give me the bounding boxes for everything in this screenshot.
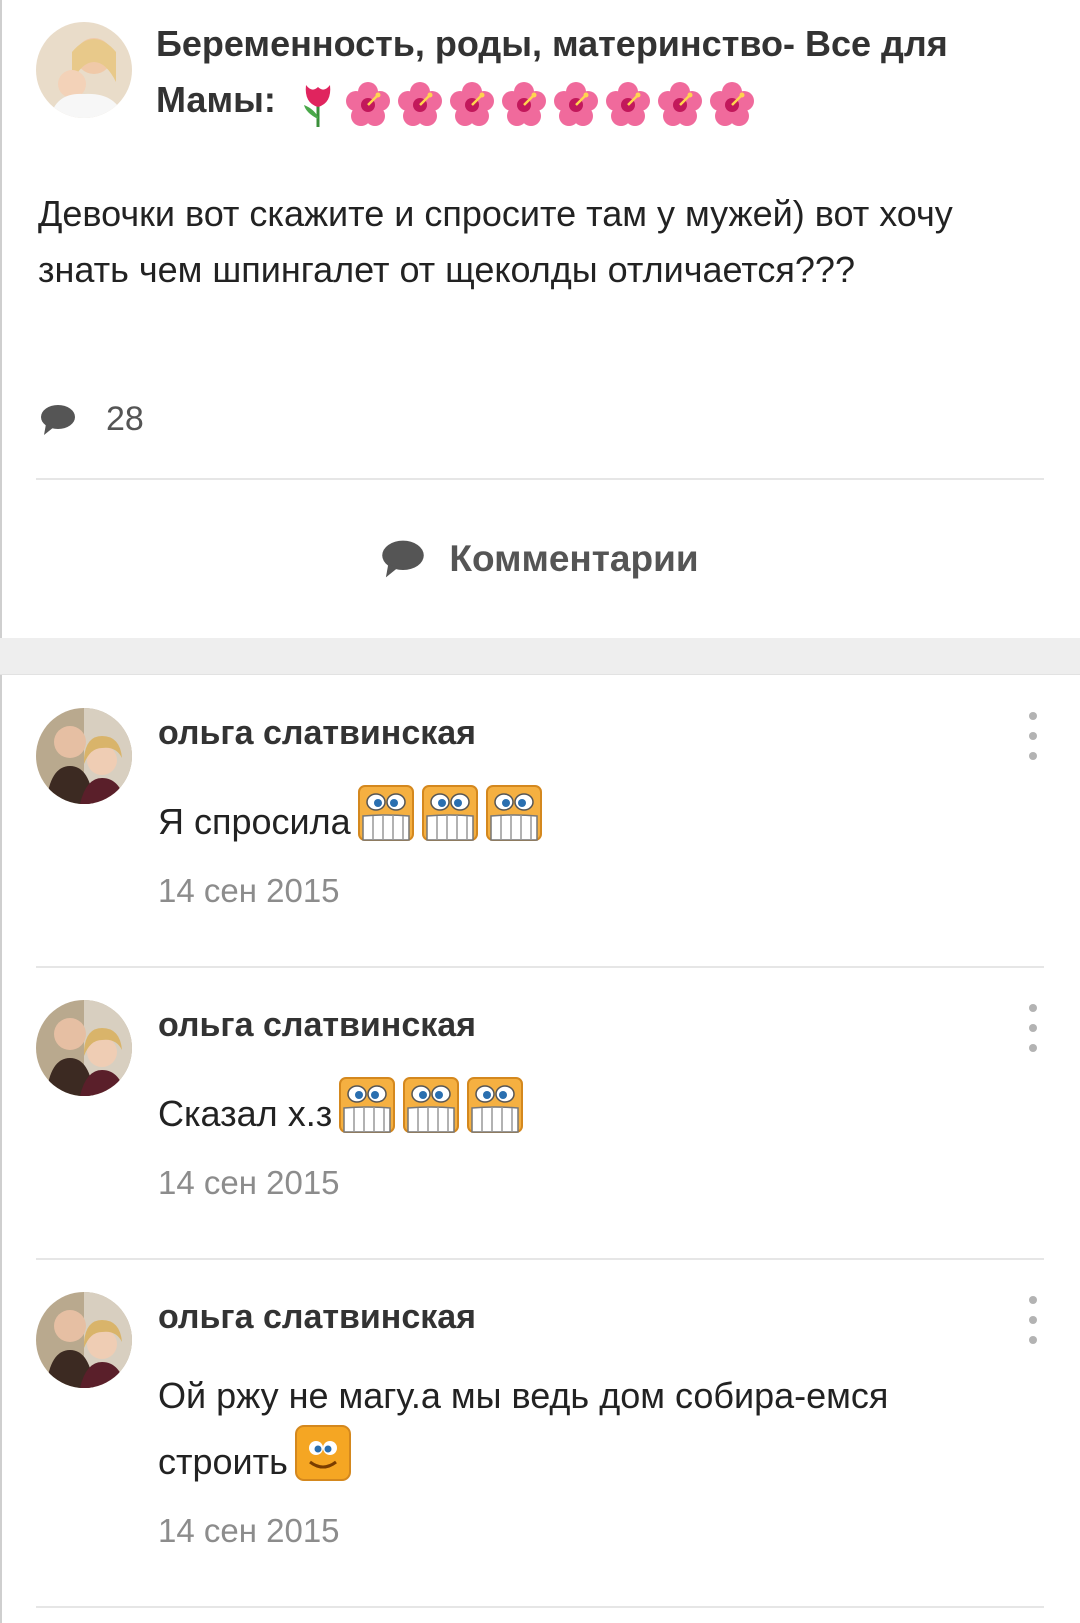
comment-bubble-icon — [382, 540, 425, 578]
comment-avatar[interactable] — [36, 1292, 132, 1388]
comment-timestamp: 14 сен 2015 — [158, 1512, 340, 1549]
group-title[interactable]: Беременность, роды, материнство- Все для… — [156, 16, 1036, 130]
comment-emoji-row — [351, 785, 543, 842]
comment-author[interactable]: ольга слатвинская — [158, 1298, 476, 1337]
more-options-icon[interactable] — [1018, 1296, 1048, 1344]
more-options-icon[interactable] — [1018, 1004, 1048, 1052]
comment-text: Я спросила — [158, 784, 978, 850]
divider — [36, 1258, 1044, 1260]
comments-button[interactable]: Комментарии — [0, 520, 1080, 598]
divider — [36, 966, 1044, 968]
grin-emoji-icon — [332, 1076, 396, 1142]
comment-avatar[interactable] — [36, 1000, 132, 1096]
comment-timestamp: 14 сен 2015 — [158, 872, 340, 909]
hibiscus-emoji-icon — [344, 74, 396, 130]
hibiscus-emoji-icon — [500, 74, 552, 130]
post-text: Девочки вот скажите и спросите там у муж… — [38, 193, 953, 290]
hibiscus-emoji-icon — [552, 74, 604, 130]
hibiscus-emoji-icon — [448, 74, 500, 130]
hibiscus-emoji-icon — [656, 74, 708, 130]
comment-text: Ой ржу не магу.а мы ведь дом собира-емся… — [158, 1368, 958, 1490]
comment-author[interactable]: ольга слатвинская — [158, 1006, 476, 1045]
grin-emoji-icon — [460, 1076, 524, 1142]
hibiscus-emoji-icon — [396, 74, 448, 130]
comment-text: Сказал х.з — [158, 1076, 978, 1142]
grin-emoji-icon — [396, 1076, 460, 1142]
smile-emoji-icon — [288, 1424, 352, 1490]
section-separator — [0, 638, 1080, 675]
comment-count[interactable]: 28 — [40, 400, 144, 439]
comment-text-content: Сказал х.з — [158, 1093, 333, 1134]
comment-count-value: 28 — [106, 400, 144, 438]
comment-emoji-row — [288, 1425, 352, 1482]
comment-timestamp: 14 сен 2015 — [158, 1164, 340, 1201]
divider — [36, 1606, 1044, 1608]
hibiscus-emoji-icon — [604, 74, 656, 130]
grin-emoji-icon — [479, 784, 543, 850]
comment-author[interactable]: ольга слатвинская — [158, 714, 476, 753]
grin-emoji-icon — [415, 784, 479, 850]
comment-emoji-row — [332, 1077, 524, 1134]
grin-emoji-icon — [351, 784, 415, 850]
comment-text-content: Ой ржу не магу.а мы ведь дом собира-емся… — [158, 1375, 889, 1482]
more-options-icon[interactable] — [1018, 712, 1048, 760]
comments-label: Комментарии — [449, 538, 699, 579]
tulip-emoji-icon — [296, 74, 344, 130]
hibiscus-emoji-icon — [708, 74, 760, 130]
comment-text-content: Я спросила — [158, 801, 351, 842]
group-avatar[interactable] — [36, 22, 132, 118]
title-emoji-row — [296, 74, 760, 130]
divider — [36, 478, 1044, 480]
comment-bubble-icon — [41, 404, 75, 435]
comment-avatar[interactable] — [36, 708, 132, 804]
